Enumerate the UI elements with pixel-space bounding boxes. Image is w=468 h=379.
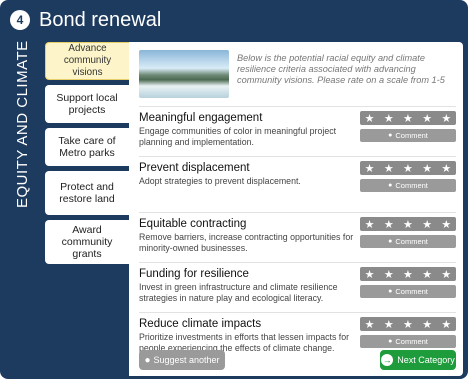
app-frame: 4 Bond renewal EQUITY AND CLIMATE Advanc… (0, 0, 468, 379)
star-icon[interactable]: ★ (365, 218, 375, 231)
star-icon[interactable]: ★ (384, 218, 394, 231)
comment-button[interactable]: ● Comment (360, 179, 456, 192)
star-rating[interactable]: ★ ★ ★ ★ ★ (360, 111, 456, 125)
criterion-text: Equitable contracting Remove barriers, i… (139, 217, 360, 262)
comment-label: Comment (395, 131, 428, 140)
nav-item-protect-and-restore-land[interactable]: Protect and restore land (45, 171, 129, 215)
suggest-another-button[interactable]: ● Suggest another (139, 350, 225, 370)
header: 4 Bond renewal (0, 0, 468, 40)
star-icon[interactable]: ★ (384, 112, 394, 125)
star-icon[interactable]: ★ (403, 218, 413, 231)
speech-bubble-icon: ● (144, 354, 151, 366)
criteria-list: Meaningful engagement Engage communities… (139, 106, 456, 362)
step-badge: 4 (10, 10, 30, 30)
criterion-row: Equitable contracting Remove barriers, i… (139, 212, 456, 262)
criterion-text: Prevent displacement Adopt strategies to… (139, 161, 360, 212)
page-title: Bond renewal (39, 8, 162, 31)
star-icon[interactable]: ★ (403, 162, 413, 175)
criterion-title: Meaningful engagement (139, 112, 263, 124)
star-rating[interactable]: ★ ★ ★ ★ ★ (360, 217, 456, 231)
nav-item-award-community-grants[interactable]: Award community grants (45, 220, 129, 264)
star-icon[interactable]: ★ (422, 318, 432, 331)
criterion-row: Meaningful engagement Engage communities… (139, 106, 456, 156)
comment-label: Comment (395, 337, 428, 346)
star-rating[interactable]: ★ ★ ★ ★ ★ (360, 317, 456, 331)
comment-button[interactable]: ● Comment (360, 335, 456, 348)
nav-item-advance-community-visions[interactable]: Advance community visions (45, 42, 129, 80)
star-icon[interactable]: ★ (422, 268, 432, 281)
intro: Below is the potential racial equity and… (139, 50, 456, 102)
nav-item-take-care-of-metro-parks[interactable]: Take care of Metro parks (45, 128, 129, 166)
star-icon[interactable]: ★ (384, 318, 394, 331)
star-icon[interactable]: ★ (384, 268, 394, 281)
star-icon[interactable]: ★ (441, 218, 451, 231)
speech-bubble-icon: ● (388, 132, 393, 139)
criterion-title: Equitable contracting (139, 218, 247, 230)
criterion-description: Remove barriers, increase contracting op… (139, 232, 354, 253)
arrow-right-icon: → (381, 354, 394, 366)
star-icon[interactable]: ★ (422, 218, 432, 231)
star-icon[interactable]: ★ (422, 162, 432, 175)
star-icon[interactable]: ★ (441, 112, 451, 125)
star-icon[interactable]: ★ (403, 112, 413, 125)
comment-label: Comment (395, 237, 428, 246)
star-icon[interactable]: ★ (365, 268, 375, 281)
waterfall-image (139, 50, 229, 98)
criterion-description: Engage communities of color in meaningfu… (139, 126, 337, 147)
star-icon[interactable]: ★ (365, 112, 375, 125)
criterion-title: Prevent displacement (139, 162, 250, 174)
criterion-row: Funding for resilience Invest in green i… (139, 262, 456, 312)
star-icon[interactable]: ★ (365, 318, 375, 331)
star-icon[interactable]: ★ (365, 162, 375, 175)
criterion-row: Prevent displacement Adopt strategies to… (139, 156, 456, 212)
category-nav: Advance community visions Support local … (45, 42, 129, 269)
comment-label: Comment (395, 287, 428, 296)
criterion-text: Funding for resilience Invest in green i… (139, 267, 360, 312)
criterion-title: Funding for resilience (139, 268, 249, 280)
star-icon[interactable]: ★ (441, 162, 451, 175)
star-icon[interactable]: ★ (384, 162, 394, 175)
criterion-text: Meaningful engagement Engage communities… (139, 111, 360, 156)
criterion-controls: ★ ★ ★ ★ ★ ● Comment (360, 267, 456, 312)
category-label: EQUITY AND CLIMATE (5, 40, 39, 378)
intro-text: Below is the potential racial equity and… (237, 53, 445, 85)
star-icon[interactable]: ★ (422, 112, 432, 125)
star-icon[interactable]: ★ (441, 268, 451, 281)
category-label-text: EQUITY AND CLIMATE (13, 40, 31, 208)
speech-bubble-icon: ● (388, 182, 393, 189)
footer: ● Suggest another → Next Category (139, 348, 456, 372)
suggest-label: Suggest another (153, 355, 220, 365)
speech-bubble-icon: ● (388, 288, 393, 295)
next-label: Next Category (397, 355, 455, 365)
star-icon[interactable]: ★ (441, 318, 451, 331)
star-icon[interactable]: ★ (403, 268, 413, 281)
comment-button[interactable]: ● Comment (360, 235, 456, 248)
criterion-controls: ★ ★ ★ ★ ★ ● Comment (360, 111, 456, 156)
star-icon[interactable]: ★ (403, 318, 413, 331)
comment-button[interactable]: ● Comment (360, 129, 456, 142)
criterion-description: Adopt strategies to prevent displacement… (139, 176, 301, 186)
star-rating[interactable]: ★ ★ ★ ★ ★ (360, 267, 456, 281)
comment-label: Comment (395, 181, 428, 190)
criterion-controls: ★ ★ ★ ★ ★ ● Comment (360, 217, 456, 262)
criterion-title: Reduce climate impacts (139, 318, 262, 330)
criterion-description: Invest in green infrastructure and clima… (139, 282, 338, 303)
speech-bubble-icon: ● (388, 238, 393, 245)
star-rating[interactable]: ★ ★ ★ ★ ★ (360, 161, 456, 175)
next-category-button[interactable]: → Next Category (380, 350, 456, 370)
nav-item-support-local-projects[interactable]: Support local projects (45, 85, 129, 123)
criterion-controls: ★ ★ ★ ★ ★ ● Comment (360, 161, 456, 212)
content-panel: Below is the potential racial equity and… (129, 42, 463, 376)
comment-button[interactable]: ● Comment (360, 285, 456, 298)
speech-bubble-icon: ● (388, 338, 393, 345)
